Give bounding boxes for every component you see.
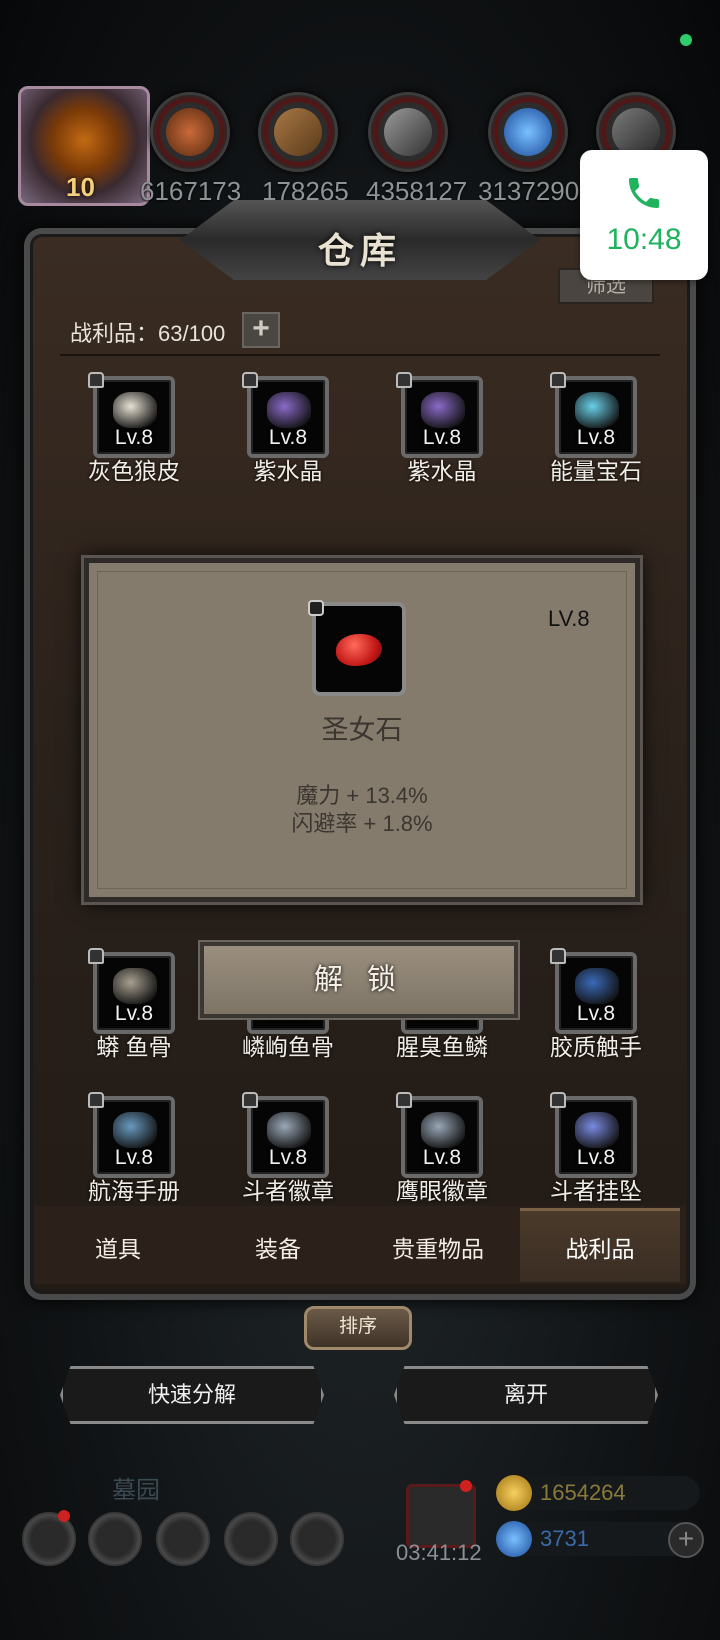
item-level: Lv.8 [268,1146,308,1169]
amethyst-icon [267,392,311,428]
loot-item[interactable]: Lv.8 蟒 鱼骨 [58,948,208,1062]
energy-gem-icon [575,392,619,428]
lock-icon [88,372,104,388]
wolf-pelt-icon [113,392,157,428]
detail-level: LV.8 [548,606,590,631]
item-name: 鹰眼徽章 [396,1178,488,1204]
loot-item[interactable]: Lv.8 紫水晶 [212,372,362,486]
unlock-button[interactable]: 解 锁 [200,942,518,1018]
item-level: Lv.8 [576,426,616,449]
divider [60,354,660,356]
handshake-icon[interactable] [290,1512,344,1566]
meat-icon[interactable] [150,92,230,172]
status-dot [680,34,692,46]
lock-icon [550,1092,566,1108]
item-level: Lv.8 [576,1002,616,1025]
gem-value: 3731 [540,1526,589,1551]
tab-equipment[interactable]: 装备 [198,1230,358,1264]
fish-bone-icon [113,968,157,1004]
gift-timer: 03:41:12 [396,1540,482,1565]
item-name: 蟒 鱼骨 [96,1034,172,1060]
item-level: Lv.8 [422,1146,462,1169]
loot-item[interactable]: Lv.8 斗者徽章 [212,1092,362,1206]
item-name: 紫水晶 [407,458,477,484]
loot-item[interactable]: Lv.8 灰色狼皮 [58,372,208,486]
star-icon[interactable] [88,1512,142,1566]
blue-gem-icon [496,1521,532,1557]
loot-item[interactable]: Lv.8 斗者挂坠 [520,1092,670,1206]
item-name: 能量宝石 [550,458,642,484]
meat-value: 6167173 [140,176,242,206]
scroll-icon[interactable] [156,1512,210,1566]
gift-notification-dot [460,1480,472,1492]
item-level: Lv.8 [114,426,154,449]
panel-title: 仓库 [317,230,402,271]
loot-item[interactable]: Lv.8 紫水晶 [366,372,516,486]
lock-icon [396,372,412,388]
item-name: 腥臭鱼鳞 [396,1034,488,1060]
lock-icon [550,948,566,964]
call-timer: 10:48 [606,223,682,256]
manual-icon [113,1112,157,1148]
item-level: Lv.8 [576,1146,616,1169]
lock-icon [242,1092,258,1108]
lock-icon [396,1092,412,1108]
amethyst-icon [421,392,465,428]
sort-button[interactable]: 排序 [304,1306,412,1350]
detail-stat-dodge: 闪避率 + 1.8% [291,811,433,836]
item-level: Lv.8 [422,426,462,449]
loot-item[interactable]: Lv.8 航海手册 [58,1092,208,1206]
tentacle-icon [575,968,619,1004]
player-level: 10 [66,172,95,202]
lock-icon [88,948,104,964]
area-name: 墓园 [112,1477,160,1504]
item-name: 斗者挂坠 [550,1178,642,1204]
item-name: 嶙峋鱼骨 [242,1034,334,1060]
loot-item[interactable]: Lv.8 鹰眼徽章 [366,1092,516,1206]
lock-icon [88,1092,104,1108]
add-currency-button[interactable]: + [668,1522,704,1558]
loot-count: 战利品：63/100 [70,321,226,346]
gift-box-icon[interactable] [406,1484,476,1548]
item-name: 胶质触手 [550,1034,642,1060]
gold-value: 1654264 [540,1480,626,1505]
lock-icon [550,372,566,388]
gold-coin-icon [496,1475,532,1511]
crystal-icon[interactable] [488,92,568,172]
badge-icon [267,1112,311,1148]
loot-item[interactable]: Lv.8 胶质触手 [520,948,670,1062]
wood-icon[interactable] [258,92,338,172]
quick-decompose-button[interactable]: 快速分解 [60,1366,324,1424]
badge-icon [421,1112,465,1148]
call-notification[interactable]: 10:48 [580,150,708,280]
pendant-icon [575,1112,619,1148]
leave-button[interactable]: 离开 [394,1366,658,1424]
item-name: 灰色狼皮 [88,458,180,484]
phone-icon [629,178,659,208]
item-name: 航海手册 [88,1178,180,1204]
notification-dot [58,1510,70,1522]
item-level: Lv.8 [114,1146,154,1169]
item-name: 斗者徽章 [242,1178,334,1204]
mail-icon[interactable] [224,1512,278,1566]
lock-icon [242,372,258,388]
expand-capacity-button[interactable]: + [242,312,280,348]
tab-valuables[interactable]: 贵重物品 [358,1230,518,1264]
loot-item[interactable]: Lv.8 能量宝石 [520,372,670,486]
item-level: Lv.8 [268,426,308,449]
tab-props[interactable]: 道具 [38,1230,198,1264]
lock-icon [308,600,324,616]
iron-icon[interactable] [368,92,448,172]
crystal-value: 3137290 [478,176,580,206]
tab-loot[interactable]: 战利品 [520,1230,680,1264]
item-level: Lv.8 [114,1002,154,1025]
item-name: 紫水晶 [253,458,323,484]
detail-name: 圣女石 [321,715,403,745]
